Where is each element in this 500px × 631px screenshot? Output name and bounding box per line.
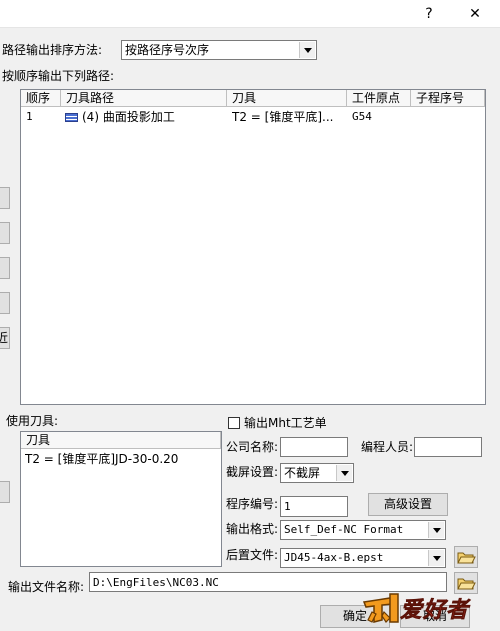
- post-file-label: 后置文件:: [226, 548, 279, 562]
- watermark-logo: 爱好者: [360, 586, 480, 628]
- side-button-5-label: 近: [0, 330, 8, 346]
- path-list[interactable]: 顺序 刀具路径 刀具 工件原点 子程序号 1 (4) 曲面投影加工 T2 = […: [20, 89, 486, 405]
- column-header-path[interactable]: 刀具路径: [61, 90, 227, 107]
- chevron-down-icon[interactable]: [336, 465, 352, 481]
- programmer-label: 编程人员:: [361, 440, 414, 454]
- output-filename-label: 输出文件名称:: [8, 580, 85, 594]
- post-file-select[interactable]: JD45-4ax-B.epst: [280, 548, 446, 568]
- programmer-input[interactable]: [414, 437, 482, 457]
- column-header-tool[interactable]: 刀具: [21, 432, 221, 449]
- table-row[interactable]: 1 (4) 曲面投影加工 T2 = [锥度平底]... G54: [21, 108, 485, 126]
- side-button-1[interactable]: [0, 187, 10, 209]
- help-button[interactable]: ?: [414, 2, 444, 26]
- title-bar: ? ✕: [0, 0, 500, 28]
- side-button-3[interactable]: [0, 257, 10, 279]
- company-label: 公司名称:: [226, 440, 279, 454]
- mht-label: 输出Mht工艺单: [244, 416, 327, 430]
- program-number-label: 程序编号:: [226, 497, 279, 511]
- tools-list[interactable]: 刀具 T2 = [锥度平底]JD-30-0.20: [20, 431, 222, 567]
- chevron-down-icon[interactable]: [428, 522, 444, 538]
- row-origin: G54: [352, 110, 372, 123]
- output-format-label: 输出格式:: [226, 522, 279, 536]
- watermark-text: 爱好者: [400, 598, 470, 624]
- chevron-down-icon[interactable]: [428, 550, 444, 566]
- side-button-6[interactable]: [0, 481, 10, 503]
- side-button-5[interactable]: 近: [0, 327, 10, 349]
- toolpath-icon: [65, 113, 78, 122]
- sort-method-select[interactable]: 按路径序号次序: [121, 40, 317, 60]
- screenshot-select[interactable]: 不截屏: [280, 463, 354, 483]
- column-header-origin[interactable]: 工件原点: [347, 90, 411, 107]
- company-input[interactable]: [280, 437, 348, 457]
- sort-method-label: 路径输出排序方法:: [2, 43, 103, 57]
- path-list-label: 按顺序输出下列路径:: [2, 69, 115, 83]
- program-number-input[interactable]: 1: [280, 496, 348, 517]
- column-header-subprogram[interactable]: 子程序号: [411, 90, 485, 107]
- advanced-settings-button[interactable]: 高级设置: [368, 493, 448, 516]
- mht-checkbox[interactable]: [228, 417, 240, 429]
- close-button[interactable]: ✕: [460, 2, 490, 26]
- row-order: 1: [26, 110, 33, 123]
- chevron-down-icon[interactable]: [299, 42, 315, 58]
- folder-open-icon: [457, 552, 476, 564]
- tool-row[interactable]: T2 = [锥度平底]JD-30-0.20: [25, 451, 178, 467]
- output-format-select[interactable]: Self_Def-NC Format: [280, 520, 446, 540]
- row-path: (4) 曲面投影加工: [82, 110, 175, 124]
- row-tool: T2 = [锥度平底]...: [232, 110, 334, 124]
- sort-method-value: 按路径序号次序: [125, 43, 210, 57]
- side-button-4[interactable]: [0, 292, 10, 314]
- column-header-tool[interactable]: 刀具: [227, 90, 347, 107]
- tools-used-label: 使用刀具:: [6, 414, 59, 428]
- column-header-order[interactable]: 顺序: [21, 90, 61, 107]
- post-file-browse-button[interactable]: [454, 546, 478, 568]
- screenshot-label: 截屏设置:: [226, 465, 279, 479]
- side-button-2[interactable]: [0, 222, 10, 244]
